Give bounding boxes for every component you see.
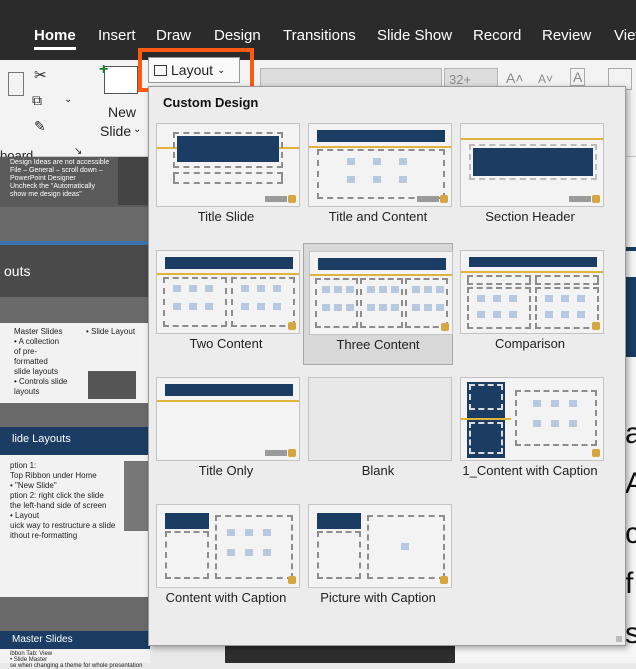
clipboard-launcher-icon[interactable]: ↘: [74, 146, 82, 157]
new-slide-dropdown-icon[interactable]: ⌄: [133, 124, 141, 135]
layout-label: Content with Caption: [165, 590, 287, 605]
tab-design[interactable]: Design: [214, 27, 261, 44]
tab-draw[interactable]: Draw: [156, 27, 191, 44]
layout-thumbnail: [309, 251, 453, 335]
tab-insert[interactable]: Insert: [98, 27, 136, 44]
layout-label: Three Content: [336, 337, 420, 352]
layout-label: 1_Content with Caption: [462, 463, 598, 478]
copy-icon[interactable]: ⧉: [32, 92, 42, 109]
format-painter-icon[interactable]: ✎: [34, 118, 46, 135]
thumbnail-image: [124, 461, 150, 531]
thumbnail-master-slides[interactable]: Master Slides • A collection of pre- for…: [0, 323, 150, 403]
layout-label: Comparison: [494, 336, 566, 351]
gallery-section-title: Custom Design: [163, 95, 259, 110]
layout-thumbnail: [308, 504, 452, 588]
layout-title-slide[interactable]: Title Slide: [151, 116, 301, 238]
thumbnail-image: [88, 371, 136, 399]
layout-label: Blank: [361, 463, 395, 478]
thumbnail-title: Master Slides: [12, 634, 73, 645]
decrease-font-icon[interactable]: A˅: [538, 72, 553, 86]
layout-thumbnail: [156, 250, 300, 334]
thumbnail-col2: • Slide Layout: [86, 327, 136, 336]
layout-picture-with-caption[interactable]: Picture with Caption: [303, 497, 453, 619]
slide-thumbnail-panel[interactable]: Design Ideas are not accessible File – G…: [0, 157, 150, 669]
new-slide-icon[interactable]: +: [99, 61, 138, 94]
layout-thumbnail: [156, 504, 300, 588]
layout-title-only[interactable]: Title Only: [151, 370, 301, 492]
thumbnail-slide-prev[interactable]: Design Ideas are not accessible File – G…: [0, 157, 150, 207]
layout-thumbnail: [308, 123, 452, 207]
thumbnail-image: [118, 157, 150, 205]
layout-label: Two Content: [189, 336, 263, 351]
new-slide-label-2[interactable]: Slide: [100, 123, 131, 139]
tab-transitions[interactable]: Transitions: [283, 27, 356, 44]
thumbnail-slide-layouts-2[interactable]: lide Layouts ption 1: Top Ribbon under H…: [0, 427, 150, 597]
new-slide-label[interactable]: New: [108, 104, 136, 120]
layout-section-header[interactable]: Section Header: [455, 116, 605, 238]
thumbnail-master-slides-2[interactable]: Master Slides ibbon Tab: View • Slide Ma…: [0, 631, 150, 669]
cut-icon[interactable]: ✂: [34, 66, 47, 84]
layout-label: Title Slide: [197, 209, 255, 224]
thumbnail-title: outs: [4, 263, 31, 279]
status-bar: [225, 645, 455, 663]
thumbnail-title: lide Layouts: [12, 433, 71, 445]
layout-three-content[interactable]: Three Content: [303, 243, 453, 365]
tab-view[interactable]: View: [614, 27, 636, 44]
layout-label: Section Header: [485, 209, 575, 224]
slide-text-letter: A: [625, 467, 636, 500]
tab-slide-show[interactable]: Slide Show: [377, 27, 452, 44]
copy-dropdown-icon[interactable]: ⌄: [64, 94, 72, 105]
increase-font-icon[interactable]: A˄: [506, 70, 524, 86]
layout-two-content[interactable]: Two Content: [151, 243, 301, 365]
paste-icon[interactable]: [8, 72, 24, 96]
layout-gallery-dropdown[interactable]: Custom Design Title Slide Title and Cont…: [148, 86, 626, 646]
layout-thumbnail: [156, 123, 300, 207]
thumbnail-text: ibbon Tab: View • Slide Master se when c…: [10, 651, 143, 669]
layout-1-content-with-caption[interactable]: 1_Content with Caption: [455, 370, 605, 492]
layout-blank[interactable]: Blank: [303, 370, 453, 492]
tab-record[interactable]: Record: [473, 27, 521, 44]
slide-text-letter: a: [625, 417, 636, 450]
tab-review[interactable]: Review: [542, 27, 591, 44]
layout-content-with-caption[interactable]: Content with Caption: [151, 497, 301, 619]
layout-comparison[interactable]: Comparison: [455, 243, 605, 365]
layout-thumbnail: [460, 123, 604, 207]
thumbnail-text: Design Ideas are not accessible File – G…: [10, 159, 110, 198]
layout-thumbnail: [460, 377, 604, 461]
slide-text-letter: f: [625, 567, 634, 600]
layout-thumbnail: [460, 250, 604, 334]
clear-format-icon[interactable]: A: [570, 68, 586, 86]
layout-thumbnail: [308, 377, 452, 461]
layout-label: Title Only: [198, 463, 254, 478]
thumbnail-text: ption 1: Top Ribbon under Home • "New Sl…: [10, 461, 116, 540]
layout-thumbnail: [156, 377, 300, 461]
slide-text-letter: s: [625, 617, 636, 650]
thumbnail-slide-layouts[interactable]: outs: [0, 241, 150, 297]
layout-label: Title and Content: [328, 209, 428, 224]
layout-label: Picture with Caption: [320, 590, 436, 605]
layout-title-and-content[interactable]: Title and Content: [303, 116, 453, 238]
ribbon-tab-bar: Home Insert Draw Design Transitions Slid…: [0, 0, 636, 60]
thumbnail-col1: Master Slides • A collection of pre- for…: [14, 327, 68, 396]
resize-grip-icon[interactable]: [616, 636, 622, 642]
slide-text-letter: c: [625, 517, 636, 550]
tab-home[interactable]: Home: [34, 27, 76, 50]
